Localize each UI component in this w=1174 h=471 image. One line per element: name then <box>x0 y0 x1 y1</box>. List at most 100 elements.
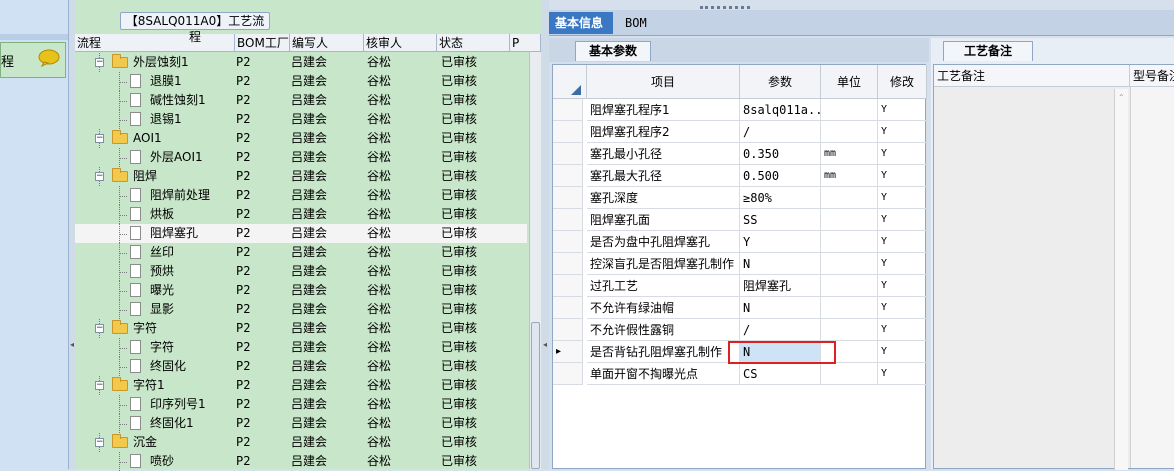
collapse-icon[interactable]: − <box>95 381 104 390</box>
param-cell-item: 塞孔深度 <box>587 187 740 209</box>
row-indicator[interactable] <box>553 363 583 385</box>
splitter-right[interactable]: ◂ <box>541 0 549 469</box>
tree-row[interactable]: 预烘 P2 吕建会 谷松 已审核 <box>75 262 527 281</box>
tree-row[interactable]: 显影 P2 吕建会 谷松 已审核 <box>75 300 527 319</box>
row-indicator[interactable] <box>553 187 583 209</box>
param-cell-value[interactable]: SS <box>740 209 821 231</box>
tab-basic-info[interactable]: 基本信息 <box>549 12 613 34</box>
tree-col-header[interactable]: BOM工厂 <box>235 34 290 52</box>
param-cell-value[interactable]: CS <box>740 363 821 385</box>
param-row[interactable]: 塞孔最大孔径 0.500 mm Y <box>553 165 927 187</box>
document-icon <box>130 302 141 316</box>
subtab-basic-params[interactable]: 基本参数 <box>575 41 651 61</box>
col-header-value[interactable]: 参数 <box>740 65 821 99</box>
tree-row[interactable]: 阻焊塞孔 P2 吕建会 谷松 已审核 <box>75 224 527 243</box>
row-indicator[interactable] <box>553 209 583 231</box>
tree-row[interactable]: 退膜1 P2 吕建会 谷松 已审核 <box>75 72 527 91</box>
tree-row[interactable]: − 沉金 P2 吕建会 谷松 已审核 <box>75 433 527 452</box>
row-indicator[interactable] <box>553 253 583 275</box>
row-indicator[interactable] <box>553 297 583 319</box>
tree-row[interactable]: 印序列号1 P2 吕建会 谷松 已审核 <box>75 395 527 414</box>
tree-scrollbar[interactable] <box>529 52 541 469</box>
param-row[interactable]: 塞孔深度 ≥80% Y <box>553 187 927 209</box>
tree-row[interactable]: 丝印 P2 吕建会 谷松 已审核 <box>75 243 527 262</box>
tree-col-header[interactable]: 核审人 <box>364 34 437 52</box>
tree-row[interactable]: − 外层蚀刻1 P2 吕建会 谷松 已审核 <box>75 53 527 72</box>
param-cell-modify: Y <box>878 275 927 297</box>
scroll-up-icon[interactable]: ⌃ <box>1118 93 1125 102</box>
tree-row[interactable]: − 字符1 P2 吕建会 谷松 已审核 <box>75 376 527 395</box>
tree-row[interactable]: 外层AOI1 P2 吕建会 谷松 已审核 <box>75 148 527 167</box>
param-cell-value[interactable]: ≥80% <box>740 187 821 209</box>
tab-bom[interactable]: BOM <box>619 12 659 34</box>
document-icon <box>130 207 141 221</box>
tree-row[interactable]: 碱性蚀刻1 P2 吕建会 谷松 已审核 <box>75 91 527 110</box>
param-row[interactable]: 控深盲孔是否阻焊塞孔制作 N Y <box>553 253 927 275</box>
tree-cell-author: 吕建会 <box>291 378 328 392</box>
tree-cell-reviewer: 谷松 <box>367 207 392 221</box>
param-row[interactable]: 阻焊塞孔程序18salq011a... Y <box>553 99 927 121</box>
tree-row[interactable]: − 字符 P2 吕建会 谷松 已审核 <box>75 319 527 338</box>
tree-row[interactable]: − AOI1 P2 吕建会 谷松 已审核 <box>75 129 527 148</box>
collapse-icon[interactable]: − <box>95 58 104 67</box>
param-cell-value[interactable]: / <box>740 319 821 341</box>
param-cell-value[interactable]: 0.350 <box>740 143 821 165</box>
col-header-item[interactable]: 项目 <box>587 65 740 99</box>
row-indicator[interactable] <box>553 121 583 143</box>
tree-cell-bom: P2 <box>236 416 251 430</box>
splitter-arrow-icon: ◂ <box>543 340 548 349</box>
tree-col-header[interactable]: P <box>510 34 541 52</box>
collapse-icon[interactable]: − <box>95 324 104 333</box>
param-cell-value[interactable]: N <box>740 253 821 275</box>
tree-row[interactable]: 终固化1 P2 吕建会 谷松 已审核 <box>75 414 527 433</box>
param-cell-unit <box>821 121 878 143</box>
param-cell-value[interactable]: 阻焊塞孔 <box>740 275 821 297</box>
row-indicator[interactable] <box>553 231 583 253</box>
param-row[interactable]: 过孔工艺 阻焊塞孔 Y <box>553 275 927 297</box>
param-row[interactable]: 是否为盘中孔阻焊塞孔 Y Y <box>553 231 927 253</box>
tree-row[interactable]: 阻焊前处理 P2 吕建会 谷松 已审核 <box>75 186 527 205</box>
param-cell-modify: Y <box>878 297 927 319</box>
row-indicator[interactable] <box>553 319 583 341</box>
param-row[interactable]: 单面开窗不掏曝光点 CS Y <box>553 363 927 385</box>
tree-row[interactable]: 曝光 P2 吕建会 谷松 已审核 <box>75 281 527 300</box>
current-row-arrow-icon[interactable]: ▸ <box>553 341 583 363</box>
row-indicator[interactable] <box>553 275 583 297</box>
col-header-unit[interactable]: 单位 <box>821 65 878 99</box>
col-header-process-notes[interactable]: 工艺备注 <box>934 65 1130 87</box>
row-indicator[interactable] <box>553 165 583 187</box>
param-row[interactable]: 阻焊塞孔程序2/ Y <box>553 121 927 143</box>
param-cell-value[interactable]: 8salq011a... <box>740 99 821 121</box>
col-header-modify[interactable]: 修改 <box>878 65 927 99</box>
tree-row[interactable]: 终固化 P2 吕建会 谷松 已审核 <box>75 357 527 376</box>
param-cell-value[interactable]: N <box>740 297 821 319</box>
tree-row[interactable]: 喷砂 P2 吕建会 谷松 已审核 <box>75 452 527 471</box>
tree-col-header[interactable]: 流程 <box>75 34 235 52</box>
param-cell-value[interactable]: 0.500 <box>740 165 821 187</box>
tree-col-header[interactable]: 编写人 <box>290 34 364 52</box>
param-row[interactable]: 阻焊塞孔面 SS Y <box>553 209 927 231</box>
collapse-icon[interactable]: − <box>95 134 104 143</box>
tab-process-notes[interactable]: 工艺备注 <box>943 41 1033 61</box>
left-nav-item[interactable]: 程 <box>0 42 66 78</box>
tree-cell-author: 吕建会 <box>291 131 328 145</box>
tree-cell-author: 吕建会 <box>291 55 328 69</box>
tree-col-header[interactable]: 状态 <box>437 34 510 52</box>
row-indicator[interactable] <box>553 143 583 165</box>
tree-row[interactable]: − 阻焊 P2 吕建会 谷松 已审核 <box>75 167 527 186</box>
row-indicator[interactable] <box>553 99 583 121</box>
collapse-icon[interactable]: − <box>95 172 104 181</box>
tree-row[interactable]: 退锡1 P2 吕建会 谷松 已审核 <box>75 110 527 129</box>
collapse-icon[interactable]: − <box>95 438 104 447</box>
param-cell-value[interactable]: / <box>740 121 821 143</box>
param-row[interactable]: 不允许假性露铜 / Y <box>553 319 927 341</box>
param-row[interactable]: 不允许有绿油帽 N Y <box>553 297 927 319</box>
top-splitter-grip[interactable] <box>700 6 750 10</box>
tree-row[interactable]: 烘板 P2 吕建会 谷松 已审核 <box>75 205 527 224</box>
tree-scrollbar-thumb[interactable] <box>531 322 540 469</box>
col-header-model-notes[interactable]: 型号备注 <box>1130 65 1174 87</box>
notes-scrollbar[interactable]: ⌃ <box>1114 89 1128 470</box>
tree-row[interactable]: 字符 P2 吕建会 谷松 已审核 <box>75 338 527 357</box>
param-cell-value[interactable]: Y <box>740 231 821 253</box>
param-row[interactable]: 塞孔最小孔径 0.350 mm Y <box>553 143 927 165</box>
